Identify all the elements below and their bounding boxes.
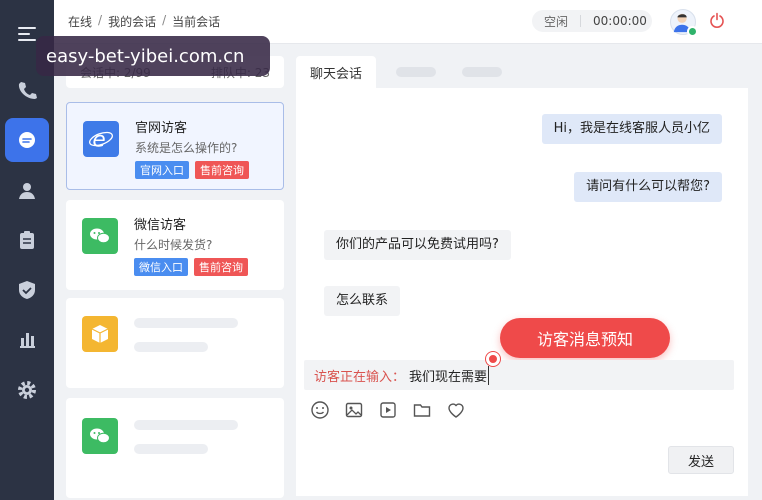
session-title: 微信访客: [134, 218, 187, 233]
session-card[interactable]: [66, 298, 284, 388]
breadcrumb: 在线 / 我的会话 / 当前会话: [68, 13, 220, 30]
breadcrumb-separator: /: [98, 13, 103, 27]
session-list: 会话中: 2/99 排队中: 23 e 官网访客 系统是怎么操作的? 官网入口 …: [60, 52, 290, 500]
loading-placeholder: [134, 342, 208, 352]
status-label: 空闲: [544, 14, 569, 29]
clipboard-icon[interactable]: [0, 220, 54, 260]
status-divider: [580, 15, 582, 27]
source-tag: 微信入口: [134, 258, 188, 276]
session-timer: 00:00:00: [593, 14, 647, 28]
visitor-message: 怎么联系: [324, 286, 401, 316]
session-card[interactable]: [66, 398, 284, 498]
wechat-icon: [82, 418, 118, 454]
folder-icon[interactable]: [412, 400, 432, 420]
session-card[interactable]: 微信访客 什么时候发货? 微信入口 售前咨询: [66, 200, 284, 290]
loading-placeholder: [134, 420, 238, 430]
agent-message: 请问有什么可以帮您?: [574, 172, 722, 202]
shield-icon[interactable]: [0, 270, 54, 310]
loading-placeholder: [134, 444, 208, 454]
session-card[interactable]: e 官网访客 系统是怎么操作的? 官网入口 售前咨询: [66, 102, 284, 190]
send-button[interactable]: 发送: [668, 446, 734, 474]
chart-icon[interactable]: [0, 320, 54, 360]
breadcrumb-my-sessions[interactable]: 我的会话: [108, 13, 156, 30]
category-tag: 售前咨询: [194, 258, 248, 276]
breadcrumb-current-session: 当前会话: [172, 15, 221, 29]
tab-placeholder[interactable]: [396, 67, 436, 77]
agent-status[interactable]: 空闲 00:00:00: [532, 10, 652, 32]
video-icon[interactable]: [378, 400, 398, 420]
box-icon: [82, 316, 118, 352]
notification-dot: [486, 352, 500, 366]
loading-placeholder: [134, 318, 238, 328]
user-icon[interactable]: [0, 171, 54, 211]
visitor-message: 你们的产品可以免费试用吗?: [324, 230, 511, 260]
session-preview: 什么时候发货?: [134, 238, 213, 252]
chat-icon[interactable]: [0, 118, 54, 162]
emoji-icon[interactable]: [310, 400, 330, 420]
tab-chat[interactable]: 聊天会话: [296, 56, 376, 88]
avatar[interactable]: [670, 9, 698, 37]
chat-body: Hi，我是在线客服人员小亿 请问有什么可以帮您? 你们的产品可以免费试用吗? 怎…: [296, 88, 748, 496]
watermark: easy-bet-yibei.com.cn: [36, 36, 270, 76]
phone-icon[interactable]: [0, 70, 54, 110]
typing-label: 访客正在输入：: [314, 369, 406, 385]
typing-text: 我们现在需要: [409, 365, 490, 385]
svg-text:e: e: [92, 128, 105, 152]
category-tag: 售前咨询: [195, 161, 249, 179]
breadcrumb-separator: /: [162, 13, 167, 27]
heart-icon[interactable]: [446, 400, 466, 420]
chat-panel: 聊天会话 Hi，我是在线客服人员小亿 请问有什么可以帮您? 你们的产品可以免费试…: [296, 52, 748, 496]
session-preview: 系统是怎么操作的?: [135, 141, 238, 155]
agent-message: Hi，我是在线客服人员小亿: [541, 114, 722, 144]
session-title: 官网访客: [135, 121, 188, 136]
tab-placeholder[interactable]: [462, 67, 502, 77]
visitor-preview-badge: 访客消息预知: [500, 318, 670, 358]
online-check-icon: [687, 26, 698, 37]
settings-icon[interactable]: [0, 370, 54, 410]
power-icon[interactable]: [709, 12, 725, 28]
image-icon[interactable]: [344, 400, 364, 420]
chat-tabs: 聊天会话: [296, 52, 748, 88]
breadcrumb-online[interactable]: 在线: [68, 13, 92, 30]
ie-icon: e: [83, 121, 119, 157]
typing-preview: 访客正在输入： 我们现在需要: [304, 360, 734, 390]
source-tag: 官网入口: [135, 161, 189, 179]
wechat-icon: [82, 218, 118, 254]
input-toolbar: [310, 400, 466, 420]
